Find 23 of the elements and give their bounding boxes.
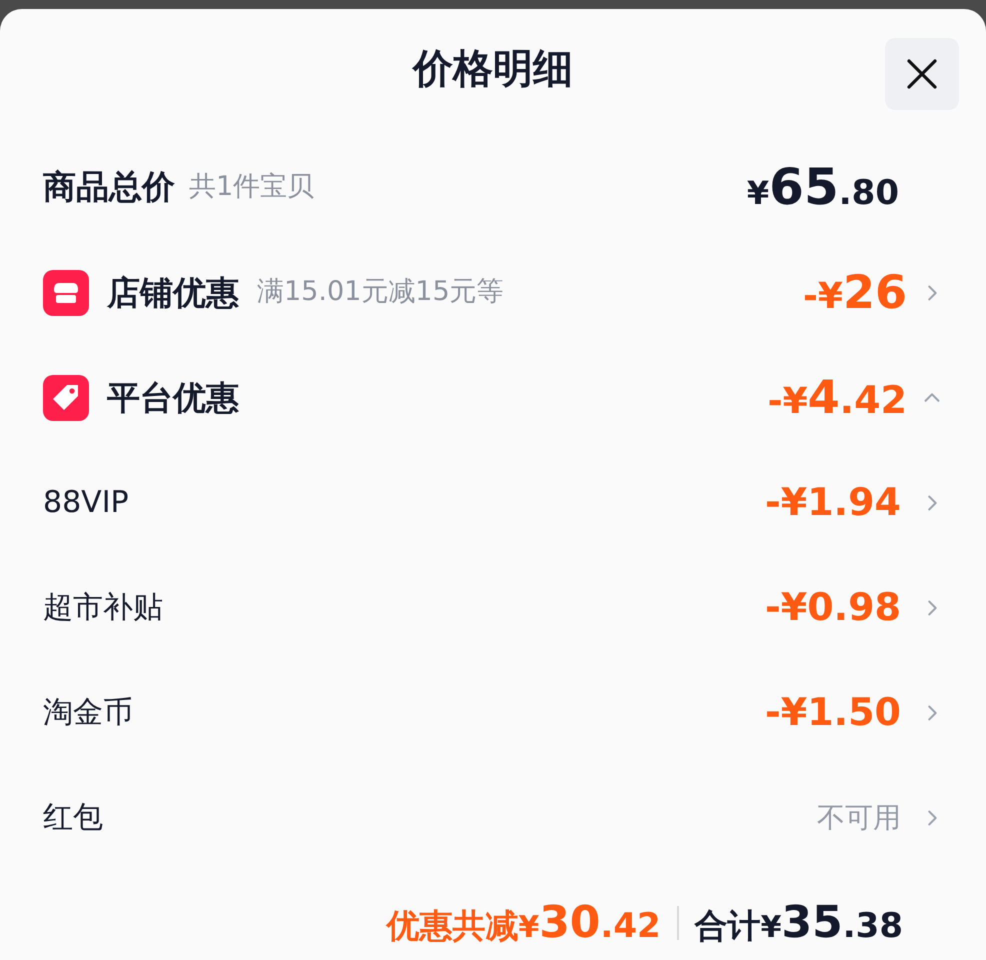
- tag-icon: [43, 374, 89, 420]
- subsidy-label: 超市补贴: [43, 589, 163, 627]
- discount-label: 店铺优惠: [107, 272, 239, 314]
- subsidy-label: 红包: [43, 799, 103, 837]
- total-label: 商品总价: [43, 166, 175, 208]
- subsidy-amount: -¥0.98: [765, 584, 901, 631]
- close-button[interactable]: [885, 38, 959, 110]
- shop-icon: [43, 270, 89, 316]
- subsidy-label: 88VIP: [43, 484, 129, 522]
- unavailable-status: 不可用: [817, 800, 901, 836]
- total-price: ¥65.80: [746, 156, 899, 218]
- close-icon: [905, 57, 939, 91]
- item-count: 共1件宝贝: [189, 170, 314, 204]
- subsidy-label: 淘金币: [43, 694, 133, 732]
- sheet-title: 价格明细: [413, 45, 573, 94]
- subsidy-amount: -¥1.94: [765, 479, 901, 526]
- grand-total: 合计¥35.38: [694, 896, 903, 950]
- discount-label: 平台优惠: [107, 376, 239, 419]
- subsidy-amount: -¥1.50: [765, 689, 901, 736]
- discount-amount: -¥26: [802, 264, 907, 321]
- discount-amount: -¥4.42: [768, 369, 907, 426]
- total-discount: 优惠共减¥30.42: [386, 896, 661, 950]
- discount-note: 满15.01元减15元等: [257, 275, 504, 310]
